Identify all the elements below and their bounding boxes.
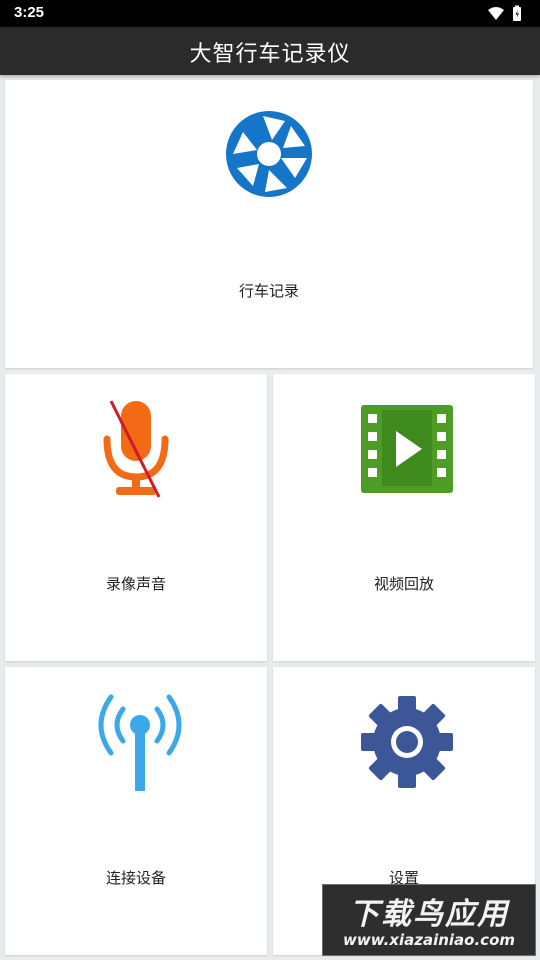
record-tile[interactable]: 行车记录	[5, 80, 533, 368]
watermark: 下载鸟应用 www.xiazainiao.com	[322, 884, 536, 956]
status-icons	[486, 5, 526, 23]
microphone-muted-icon	[101, 399, 171, 499]
status-bar: 3:25	[0, 0, 540, 27]
audio-label: 录像声音	[105, 575, 166, 593]
battery-icon	[513, 5, 521, 21]
audio-tile[interactable]: 录像声音	[5, 374, 267, 661]
playback-tile[interactable]: 视频回放	[273, 374, 535, 661]
playback-label: 视频回放	[373, 575, 434, 593]
watermark-url: www.xiazainiao.com	[342, 931, 516, 949]
connect-tile[interactable]: 连接设备	[5, 667, 267, 955]
status-time: 3:25	[14, 4, 45, 21]
record-label: 行车记录	[238, 282, 299, 300]
gear-icon	[359, 694, 455, 790]
antenna-signal-icon	[95, 687, 185, 797]
wifi-icon	[488, 7, 504, 20]
camera-shutter-icon	[225, 110, 313, 198]
watermark-title: 下载鸟应用	[349, 897, 509, 932]
video-film-icon	[360, 404, 454, 494]
app-bar: 大智行车记录仪	[0, 27, 540, 75]
app-title: 大智行车记录仪	[189, 42, 351, 67]
connect-label: 连接设备	[105, 869, 166, 887]
